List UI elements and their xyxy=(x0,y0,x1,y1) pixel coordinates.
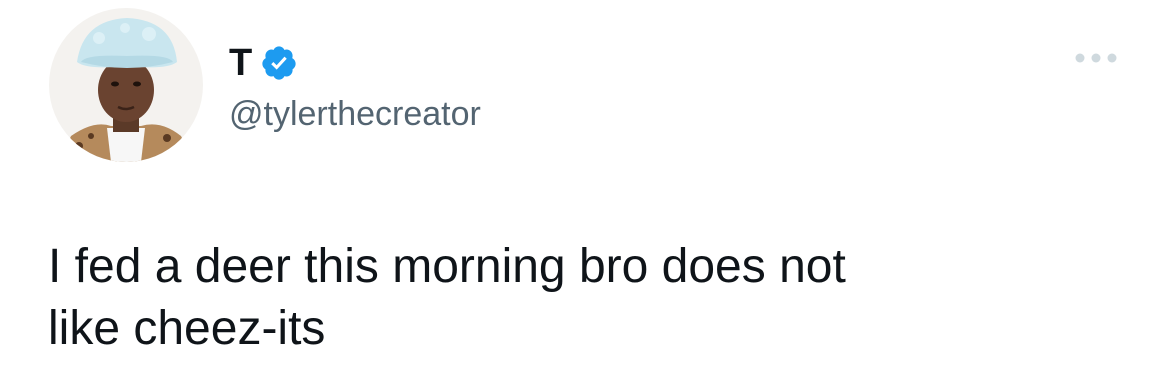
tweet-card: T @tylerthecreator I fed a deer this mor… xyxy=(0,0,1169,389)
author-display-name[interactable]: T xyxy=(229,41,252,85)
avatar-image xyxy=(49,8,203,162)
tweet-text: I fed a deer this morning bro does not l… xyxy=(48,240,846,355)
more-options-icon[interactable] xyxy=(1072,48,1120,68)
verified-badge-icon xyxy=(260,44,298,82)
author-handle[interactable]: @tylerthecreator xyxy=(229,93,481,135)
author-avatar[interactable] xyxy=(49,8,203,162)
author-name-row: T xyxy=(229,41,298,85)
